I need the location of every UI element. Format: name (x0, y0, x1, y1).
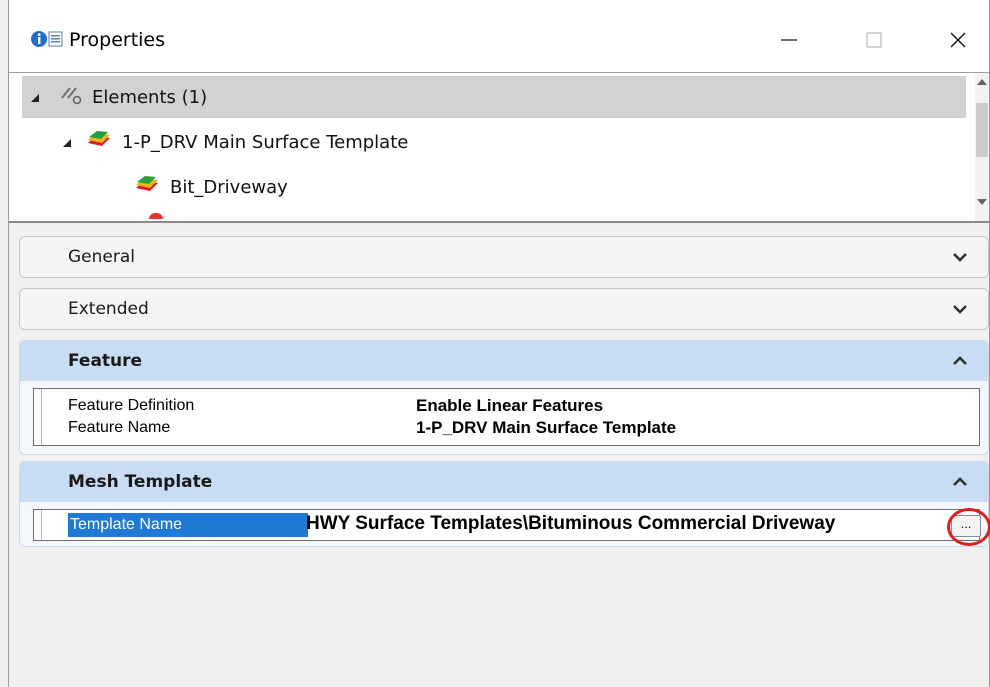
tree-item-bit-driveway[interactable]: Bit_Driveway (134, 166, 288, 208)
tree-item-label: Elements (1) (92, 86, 208, 108)
section-extended-header[interactable]: Extended (20, 289, 988, 329)
elements-link-icon (58, 84, 84, 111)
tree-scrollbar[interactable] (975, 73, 989, 221)
close-button[interactable] (933, 20, 983, 60)
section-title: Mesh Template (68, 472, 213, 492)
close-icon (950, 32, 966, 48)
window-title: Properties (69, 29, 166, 51)
element-tree: Elements (1) 1-P_DRV Main Surface Templa… (9, 72, 989, 223)
template-name-value[interactable]: HWY Surface Templates\Bituminous Commerc… (306, 513, 835, 535)
chevron-down-icon[interactable] (952, 302, 968, 320)
template-name-label[interactable]: Template Name (68, 513, 308, 537)
section-feature-header[interactable]: Feature (20, 341, 988, 381)
highlight-circle (947, 508, 990, 546)
section-mesh-template-header[interactable]: Mesh Template (20, 462, 988, 502)
section-title: Extended (68, 299, 149, 319)
section-title: General (68, 247, 135, 267)
partial-next-item-icon (149, 213, 163, 219)
minimize-button[interactable] (764, 20, 814, 60)
section-mesh-template: Mesh Template Template Name HWY Surface … (19, 461, 990, 547)
feature-property-grid: Feature Definition Enable Linear Feature… (33, 388, 980, 446)
grid-divider (41, 510, 42, 540)
section-feature: Feature Feature Definition Enable Linear… (19, 340, 989, 455)
scroll-down-arrow-icon[interactable] (977, 199, 987, 205)
chevron-up-icon[interactable] (952, 354, 968, 372)
property-label: Feature Definition (68, 397, 195, 414)
title-bar[interactable]: Properties (9, 0, 989, 72)
tree-item-elements[interactable]: Elements (1) (22, 76, 966, 118)
property-row-feature-name[interactable]: Feature Name 1-P_DRV Main Surface Templa… (34, 418, 979, 438)
property-label: Feature Name (68, 419, 171, 436)
surface-template-icon (86, 129, 112, 156)
chevron-down-icon[interactable] (952, 250, 968, 268)
properties-info-icon (30, 29, 64, 54)
collapse-triangle-icon[interactable] (30, 87, 40, 108)
collapse-triangle-icon[interactable] (62, 132, 72, 153)
property-value[interactable]: 1-P_DRV Main Surface Template (416, 418, 676, 438)
section-extended[interactable]: Extended (19, 288, 989, 330)
tree-item-template[interactable]: 1-P_DRV Main Surface Template (62, 121, 408, 163)
scroll-up-arrow-icon[interactable] (977, 79, 987, 85)
surface-template-icon (134, 174, 160, 201)
section-general-header[interactable]: General (20, 237, 988, 277)
property-row-feature-definition[interactable]: Feature Definition Enable Linear Feature… (34, 396, 979, 416)
tree-item-label: Bit_Driveway (170, 176, 288, 198)
maximize-button[interactable] (849, 20, 899, 60)
property-value[interactable]: Enable Linear Features (416, 396, 603, 416)
chevron-up-icon[interactable] (952, 475, 968, 493)
section-general[interactable]: General (19, 236, 989, 278)
section-title: Feature (68, 351, 143, 371)
mesh-template-property-grid: Template Name HWY Surface Templates\Bitu… (33, 508, 990, 546)
minimize-icon (781, 39, 797, 41)
properties-window: Properties Elements (1) 1-P_DRV Main Sur… (0, 0, 990, 687)
maximize-icon (866, 32, 882, 48)
scroll-thumb[interactable] (976, 103, 988, 157)
tree-item-label: 1-P_DRV Main Surface Template (122, 131, 409, 153)
